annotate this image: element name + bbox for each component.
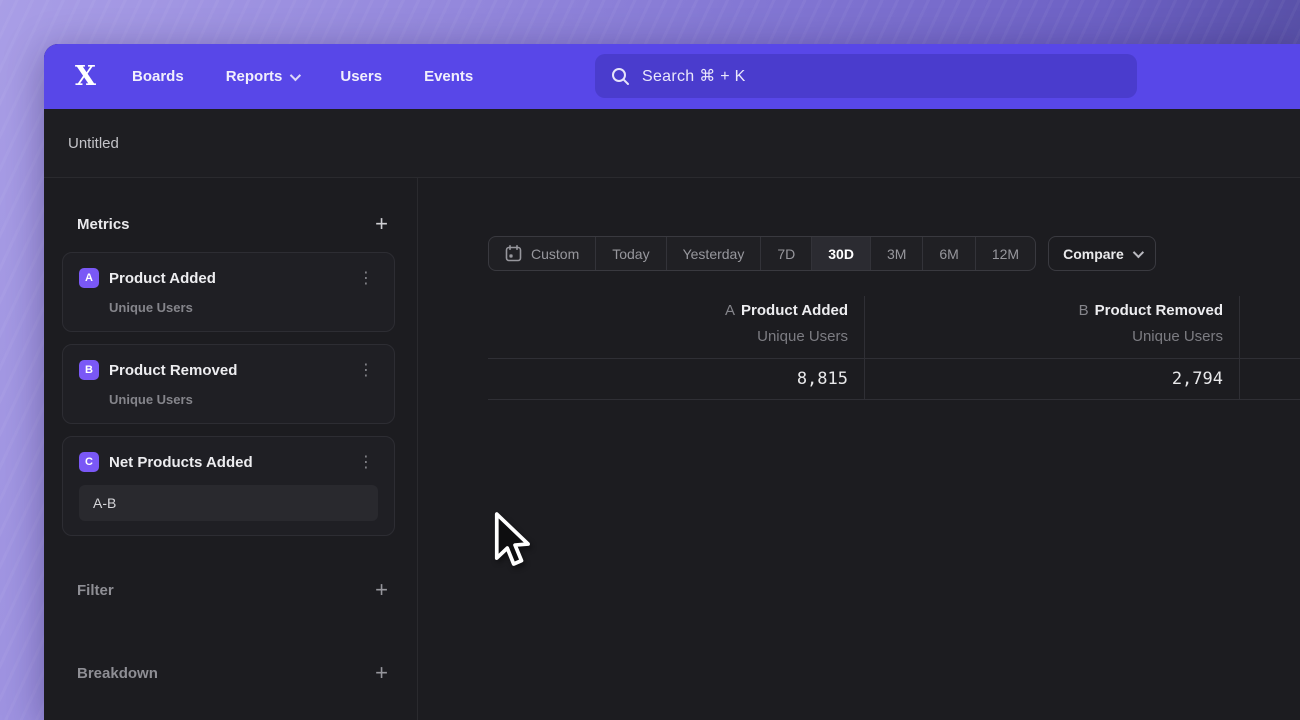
metrics-section-title: Metrics bbox=[77, 216, 130, 233]
nav-item-label: Reports bbox=[226, 68, 283, 85]
column-subtitle: Unique Users bbox=[865, 328, 1223, 345]
search-placeholder: Search ⌘ + K bbox=[642, 66, 746, 86]
report-title[interactable]: Untitled bbox=[68, 135, 119, 152]
calendar-icon bbox=[505, 245, 522, 262]
metric-aggregation[interactable]: Unique Users bbox=[109, 300, 378, 315]
metric-card-row: B Product Removed ⋮ bbox=[79, 360, 378, 380]
chevron-down-icon bbox=[290, 69, 301, 80]
cell-empty bbox=[1240, 358, 1300, 400]
metric-title: Product Removed bbox=[109, 362, 354, 379]
mixpanel-logo-icon[interactable]: X bbox=[62, 61, 108, 92]
table-column-a: A Product Added Unique Users 8,815 bbox=[488, 296, 865, 400]
table-column-stub bbox=[1240, 296, 1300, 400]
nav-item-label: Users bbox=[340, 68, 382, 85]
date-range-6m[interactable]: 6M bbox=[923, 237, 975, 270]
nav-item-users[interactable]: Users bbox=[340, 68, 382, 85]
date-range-control: Custom Today Yesterday 7D 30D bbox=[488, 236, 1036, 271]
search-input[interactable]: Search ⌘ + K bbox=[595, 54, 1137, 98]
date-range-label: 3M bbox=[887, 246, 906, 262]
nav-item-reports[interactable]: Reports bbox=[226, 68, 299, 85]
report-header: Untitled bbox=[44, 109, 1300, 178]
compare-button[interactable]: Compare bbox=[1048, 236, 1156, 271]
add-filter-button[interactable]: + bbox=[373, 580, 390, 600]
kebab-menu-icon[interactable]: ⋮ bbox=[354, 454, 378, 470]
metric-badge-c: C bbox=[79, 452, 99, 472]
date-range-label: Custom bbox=[531, 246, 579, 262]
date-range-custom[interactable]: Custom bbox=[489, 237, 596, 270]
column-header[interactable]: A Product Added Unique Users bbox=[488, 296, 864, 358]
metric-cards: A Product Added ⋮ Unique Users B Product… bbox=[44, 252, 417, 536]
metric-badge-a: A bbox=[79, 268, 99, 288]
date-range-label: 7D bbox=[777, 246, 795, 262]
add-breakdown-button[interactable]: + bbox=[373, 663, 390, 683]
date-range-label: Yesterday bbox=[683, 246, 745, 262]
column-header-empty bbox=[1240, 296, 1300, 358]
formula-input[interactable] bbox=[79, 485, 378, 521]
date-range-label: Today bbox=[612, 246, 649, 262]
app-window: X Boards Reports Users Events Search ⌘ +… bbox=[44, 44, 1300, 720]
nav-item-boards[interactable]: Boards bbox=[132, 68, 184, 85]
nav-item-label: Events bbox=[424, 68, 473, 85]
kebab-menu-icon[interactable]: ⋮ bbox=[354, 270, 378, 286]
metric-title: Product Added bbox=[109, 270, 354, 287]
date-range-label: 12M bbox=[992, 246, 1019, 262]
date-range-30d[interactable]: 30D bbox=[812, 237, 871, 270]
column-title: Product Added bbox=[741, 302, 848, 319]
cell-value[interactable]: 8,815 bbox=[488, 358, 864, 400]
kebab-menu-icon[interactable]: ⋮ bbox=[354, 362, 378, 378]
metrics-results-table: A Product Added Unique Users 8,815 B Produ… bbox=[488, 296, 1300, 400]
date-range-3m[interactable]: 3M bbox=[871, 237, 923, 270]
date-range-7d[interactable]: 7D bbox=[761, 237, 812, 270]
date-toolbar: Custom Today Yesterday 7D 30D bbox=[488, 236, 1156, 271]
chevron-down-icon bbox=[1133, 246, 1144, 257]
nav-items: Boards Reports Users Events bbox=[132, 68, 473, 85]
breakdown-section-title: Breakdown bbox=[77, 665, 158, 682]
date-range-today[interactable]: Today bbox=[596, 237, 666, 270]
table-column-b: B Product Removed Unique Users 2,794 bbox=[865, 296, 1240, 400]
nav-item-events[interactable]: Events bbox=[424, 68, 473, 85]
metric-card-a[interactable]: A Product Added ⋮ Unique Users bbox=[62, 252, 395, 332]
filter-section-header: Filter + bbox=[44, 574, 417, 606]
metric-card-row: C Net Products Added ⋮ bbox=[79, 452, 378, 472]
add-metric-button[interactable]: + bbox=[373, 214, 390, 234]
nav-item-label: Boards bbox=[132, 68, 184, 85]
date-range-label: 30D bbox=[828, 246, 854, 262]
search-icon bbox=[611, 67, 630, 86]
metrics-section-header: Metrics + bbox=[44, 208, 417, 240]
date-range-label: 6M bbox=[939, 246, 958, 262]
column-title: Product Removed bbox=[1095, 302, 1223, 319]
column-badge: A bbox=[725, 302, 735, 319]
compare-label: Compare bbox=[1063, 246, 1124, 262]
date-range-yesterday[interactable]: Yesterday bbox=[667, 237, 762, 270]
metric-card-c[interactable]: C Net Products Added ⋮ bbox=[62, 436, 395, 536]
metric-aggregation[interactable]: Unique Users bbox=[109, 392, 378, 407]
metric-card-row: A Product Added ⋮ bbox=[79, 268, 378, 288]
desktop: { "nav": { "logo_glyph": "X", "items": [… bbox=[0, 0, 1300, 720]
filter-section-title: Filter bbox=[77, 582, 114, 599]
column-subtitle: Unique Users bbox=[488, 328, 848, 345]
results-panel: Custom Today Yesterday 7D 30D bbox=[418, 178, 1300, 720]
date-range-12m[interactable]: 12M bbox=[976, 237, 1035, 270]
top-navbar: X Boards Reports Users Events Search ⌘ +… bbox=[44, 44, 1300, 109]
metric-card-b[interactable]: B Product Removed ⋮ Unique Users bbox=[62, 344, 395, 424]
cell-value[interactable]: 2,794 bbox=[865, 358, 1239, 400]
breakdown-section-header: Breakdown + bbox=[44, 657, 417, 689]
column-badge: B bbox=[1079, 302, 1089, 319]
content: Metrics + A Product Added ⋮ Unique Users… bbox=[44, 178, 1300, 720]
query-sidebar: Metrics + A Product Added ⋮ Unique Users… bbox=[44, 178, 418, 720]
metric-badge-b: B bbox=[79, 360, 99, 380]
metric-title: Net Products Added bbox=[109, 454, 354, 471]
column-header[interactable]: B Product Removed Unique Users bbox=[865, 296, 1239, 358]
